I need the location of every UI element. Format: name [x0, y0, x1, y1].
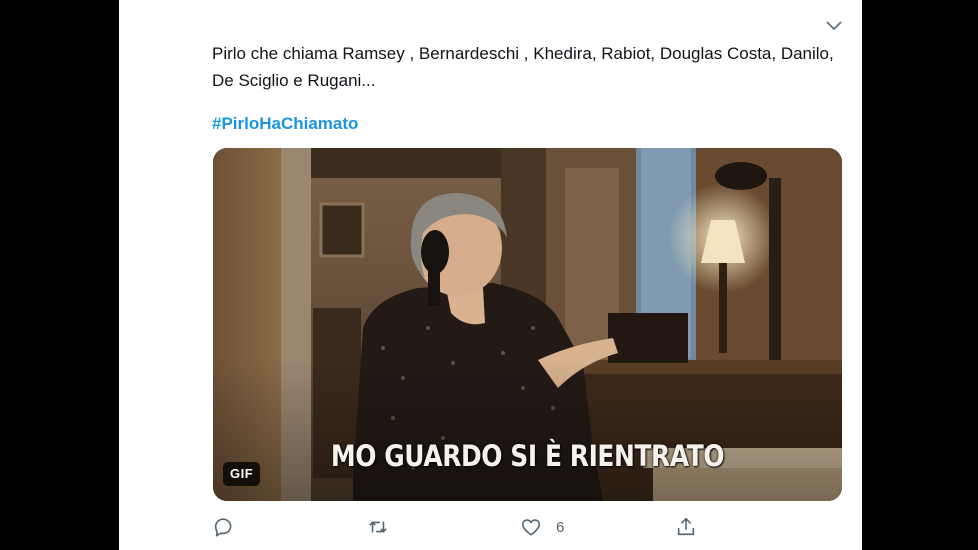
reply-button[interactable]	[212, 510, 234, 544]
retweet-button[interactable]	[367, 510, 389, 544]
retweet-icon	[369, 521, 387, 533]
share-button[interactable]	[675, 510, 697, 544]
chevron-down-icon[interactable]	[824, 17, 844, 35]
hashtag-link[interactable]: #PirloHaChiamato	[212, 110, 358, 137]
heart-icon	[521, 519, 541, 536]
reply-icon	[214, 518, 232, 537]
like-button[interactable]: 6	[520, 510, 564, 544]
gif-caption: MO GUARDO SI È RIENTRATO	[330, 439, 725, 473]
share-icon	[677, 517, 695, 536]
gif-badge: GIF	[223, 462, 261, 486]
tweet-actions-bar: 6	[0, 510, 978, 544]
tweet-text: Pirlo che chiama Ramsey , Bernardeschi ,…	[212, 44, 834, 90]
like-count: 6	[556, 518, 565, 536]
gif-media[interactable]: GIF MO GUARDO SI È RIENTRATO	[213, 148, 842, 501]
